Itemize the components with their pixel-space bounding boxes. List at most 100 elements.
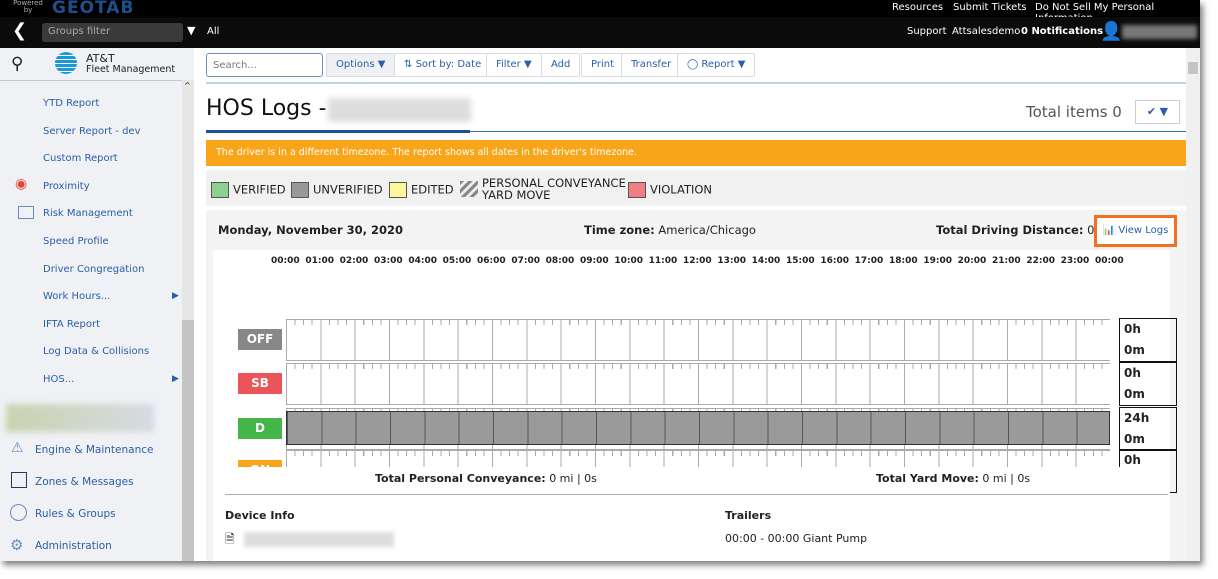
- device-redacted: [244, 532, 394, 547]
- sidebar-section-engine[interactable]: Engine & Maintenance: [35, 444, 153, 456]
- hour-tick-label: 12:00: [683, 256, 712, 266]
- zones-icon: [11, 472, 27, 488]
- hour-tick-label: 16:00: [820, 256, 849, 266]
- sidebar: ⚲ AT&T Fleet Management ^ YTD Report Ser…: [0, 48, 194, 561]
- trailers-heading: Trailers: [725, 509, 772, 522]
- sidebar-scrollbar[interactable]: ^: [182, 80, 194, 561]
- hour-tick-label: 06:00: [477, 256, 506, 266]
- att-globe-icon: [55, 52, 77, 74]
- total-personal-conveyance: Total Personal Conveyance: 0 mi | 0s: [375, 472, 597, 485]
- hour-tick-label: 20:00: [957, 256, 987, 266]
- notifications-link[interactable]: 0 Notifications: [1021, 26, 1103, 37]
- driver-name-redacted: [328, 98, 471, 122]
- search-icon[interactable]: ⚲: [11, 54, 23, 74]
- status-label-sb: SB: [238, 373, 282, 394]
- geotab-logo: GEOTAB: [52, 0, 135, 18]
- row-total: 0h 0m: [1119, 318, 1177, 362]
- sidebar-item-congregation[interactable]: Driver Congregation: [43, 264, 144, 275]
- logo-line2: Fleet Management: [86, 64, 176, 75]
- top-bar: Powered by GEOTAB Resources Submit Ticke…: [0, 0, 1200, 24]
- hour-tick-label: 10:00: [614, 256, 643, 266]
- sidebar-item-ifta[interactable]: IFTA Report: [43, 319, 100, 330]
- search-input[interactable]: [206, 53, 323, 77]
- report-label: Report: [701, 59, 735, 70]
- legend-unverified: UNVERIFIED: [291, 182, 383, 198]
- options-button[interactable]: Options ▼: [326, 53, 396, 77]
- status-row-sb: [286, 363, 1110, 405]
- row-total: 0h 0m: [1119, 362, 1177, 406]
- select-dropdown-button[interactable]: ✔ ▼: [1135, 100, 1180, 124]
- sidebar-item-server-report[interactable]: Server Report - dev: [43, 126, 141, 137]
- report-button[interactable]: ◯ Report ▼: [677, 53, 756, 77]
- document-icon: 🗎: [225, 532, 235, 546]
- timezone-banner: The driver is in a different timezone. T…: [206, 140, 1186, 166]
- print-button[interactable]: Print: [581, 53, 625, 77]
- proximity-icon: ◉: [15, 176, 28, 192]
- hour-tick-label: 05:00: [442, 256, 472, 266]
- hour-tick-label: 11:00: [648, 256, 678, 266]
- status-label-d: D: [238, 418, 282, 439]
- total-hours: 0h: [1124, 322, 1141, 336]
- link-submit-tickets[interactable]: Submit Tickets: [953, 2, 1026, 13]
- log-date: Monday, November 30, 2020: [218, 223, 404, 237]
- sort-label: Sort by: Date: [415, 59, 482, 70]
- hour-tick-label: 04:00: [408, 256, 437, 266]
- legend-verified: VERIFIED: [211, 182, 286, 198]
- transfer-button[interactable]: Transfer: [621, 53, 682, 77]
- user-name-redacted: [1122, 25, 1197, 39]
- groups-filter-input[interactable]: Groups filter: [42, 23, 183, 42]
- sidebar-section-admin[interactable]: Administration: [35, 540, 112, 552]
- hour-tick-label: 09:00: [580, 256, 609, 266]
- view-logs-button[interactable]: 📊 View Logs: [1094, 215, 1177, 247]
- risk-icon: [18, 206, 34, 219]
- nav-bar: ❮ Groups filter ▼ All Support Attsalesde…: [0, 17, 1200, 48]
- powered-by: Powered by: [13, 0, 43, 14]
- sidebar-section-zones[interactable]: Zones & Messages: [35, 476, 134, 488]
- hour-tick-label: 02:00: [339, 256, 369, 266]
- driving-segment-bar[interactable]: [286, 411, 1110, 445]
- hour-tick-label: 14:00: [751, 256, 781, 266]
- chevron-right-icon: ▶: [172, 374, 179, 384]
- status-label-off: OFF: [238, 329, 282, 350]
- engine-icon: ⚠: [11, 440, 24, 456]
- hour-tick-label: 18:00: [889, 256, 918, 266]
- user-icon[interactable]: 👤: [1100, 21, 1122, 42]
- chevron-down-icon[interactable]: ▼: [187, 24, 195, 37]
- sidebar-item-hos[interactable]: HOS...: [43, 374, 74, 385]
- sidebar-item-work-hours[interactable]: Work Hours...: [43, 291, 110, 302]
- link-support[interactable]: Support: [907, 26, 947, 37]
- legend-edited: EDITED: [389, 182, 454, 198]
- sidebar-item-custom-report[interactable]: Custom Report: [43, 153, 118, 164]
- hour-tick-label: 01:00: [305, 256, 334, 266]
- sidebar-item-ytd[interactable]: YTD Report: [43, 98, 99, 109]
- total-minutes: 0m: [1124, 343, 1145, 357]
- status-row-off: [286, 319, 1110, 361]
- options-label: Options: [336, 59, 375, 70]
- hour-tick-label: 15:00: [786, 256, 815, 266]
- page-title: HOS Logs -: [206, 96, 327, 121]
- filter-label: Filter: [496, 59, 521, 70]
- hour-tick-label: 17:00: [854, 256, 884, 266]
- sidebar-item-log-data[interactable]: Log Data & Collisions: [43, 346, 149, 357]
- redacted-item: [6, 404, 154, 432]
- hour-tick-label: 07:00: [511, 256, 540, 266]
- hour-tick-label: 21:00: [992, 256, 1021, 266]
- total-yard-move: Total Yard Move: 0 mi | 0s: [876, 472, 1031, 485]
- add-button[interactable]: Add: [541, 53, 581, 77]
- link-resources[interactable]: Resources: [892, 2, 943, 13]
- sidebar-item-speed[interactable]: Speed Profile: [43, 236, 109, 247]
- hour-tick-label: 00:00: [271, 256, 300, 266]
- trailer-value: 00:00 - 00:00 Giant Pump: [725, 532, 868, 545]
- sidebar-section-rules[interactable]: Rules & Groups: [35, 508, 116, 520]
- hour-tick-label: 19:00: [923, 256, 952, 266]
- log-graph: 00:00 01:00 02:00 03:00 04:00 05:00 06:00 07:00…: [213, 250, 1177, 493]
- sort-button[interactable]: ⇅ Sort by: Date: [394, 53, 492, 77]
- filter-button[interactable]: Filter ▼: [486, 53, 542, 77]
- page-scrollbar[interactable]: [1186, 48, 1200, 561]
- back-icon[interactable]: ❮: [12, 20, 27, 41]
- sidebar-item-risk[interactable]: Risk Management: [43, 208, 133, 219]
- sidebar-item-proximity[interactable]: Proximity: [43, 181, 90, 192]
- hour-tick-label: 08:00: [545, 256, 575, 266]
- link-user[interactable]: Attsalesdemo: [952, 26, 1020, 37]
- groups-value[interactable]: All: [207, 26, 219, 37]
